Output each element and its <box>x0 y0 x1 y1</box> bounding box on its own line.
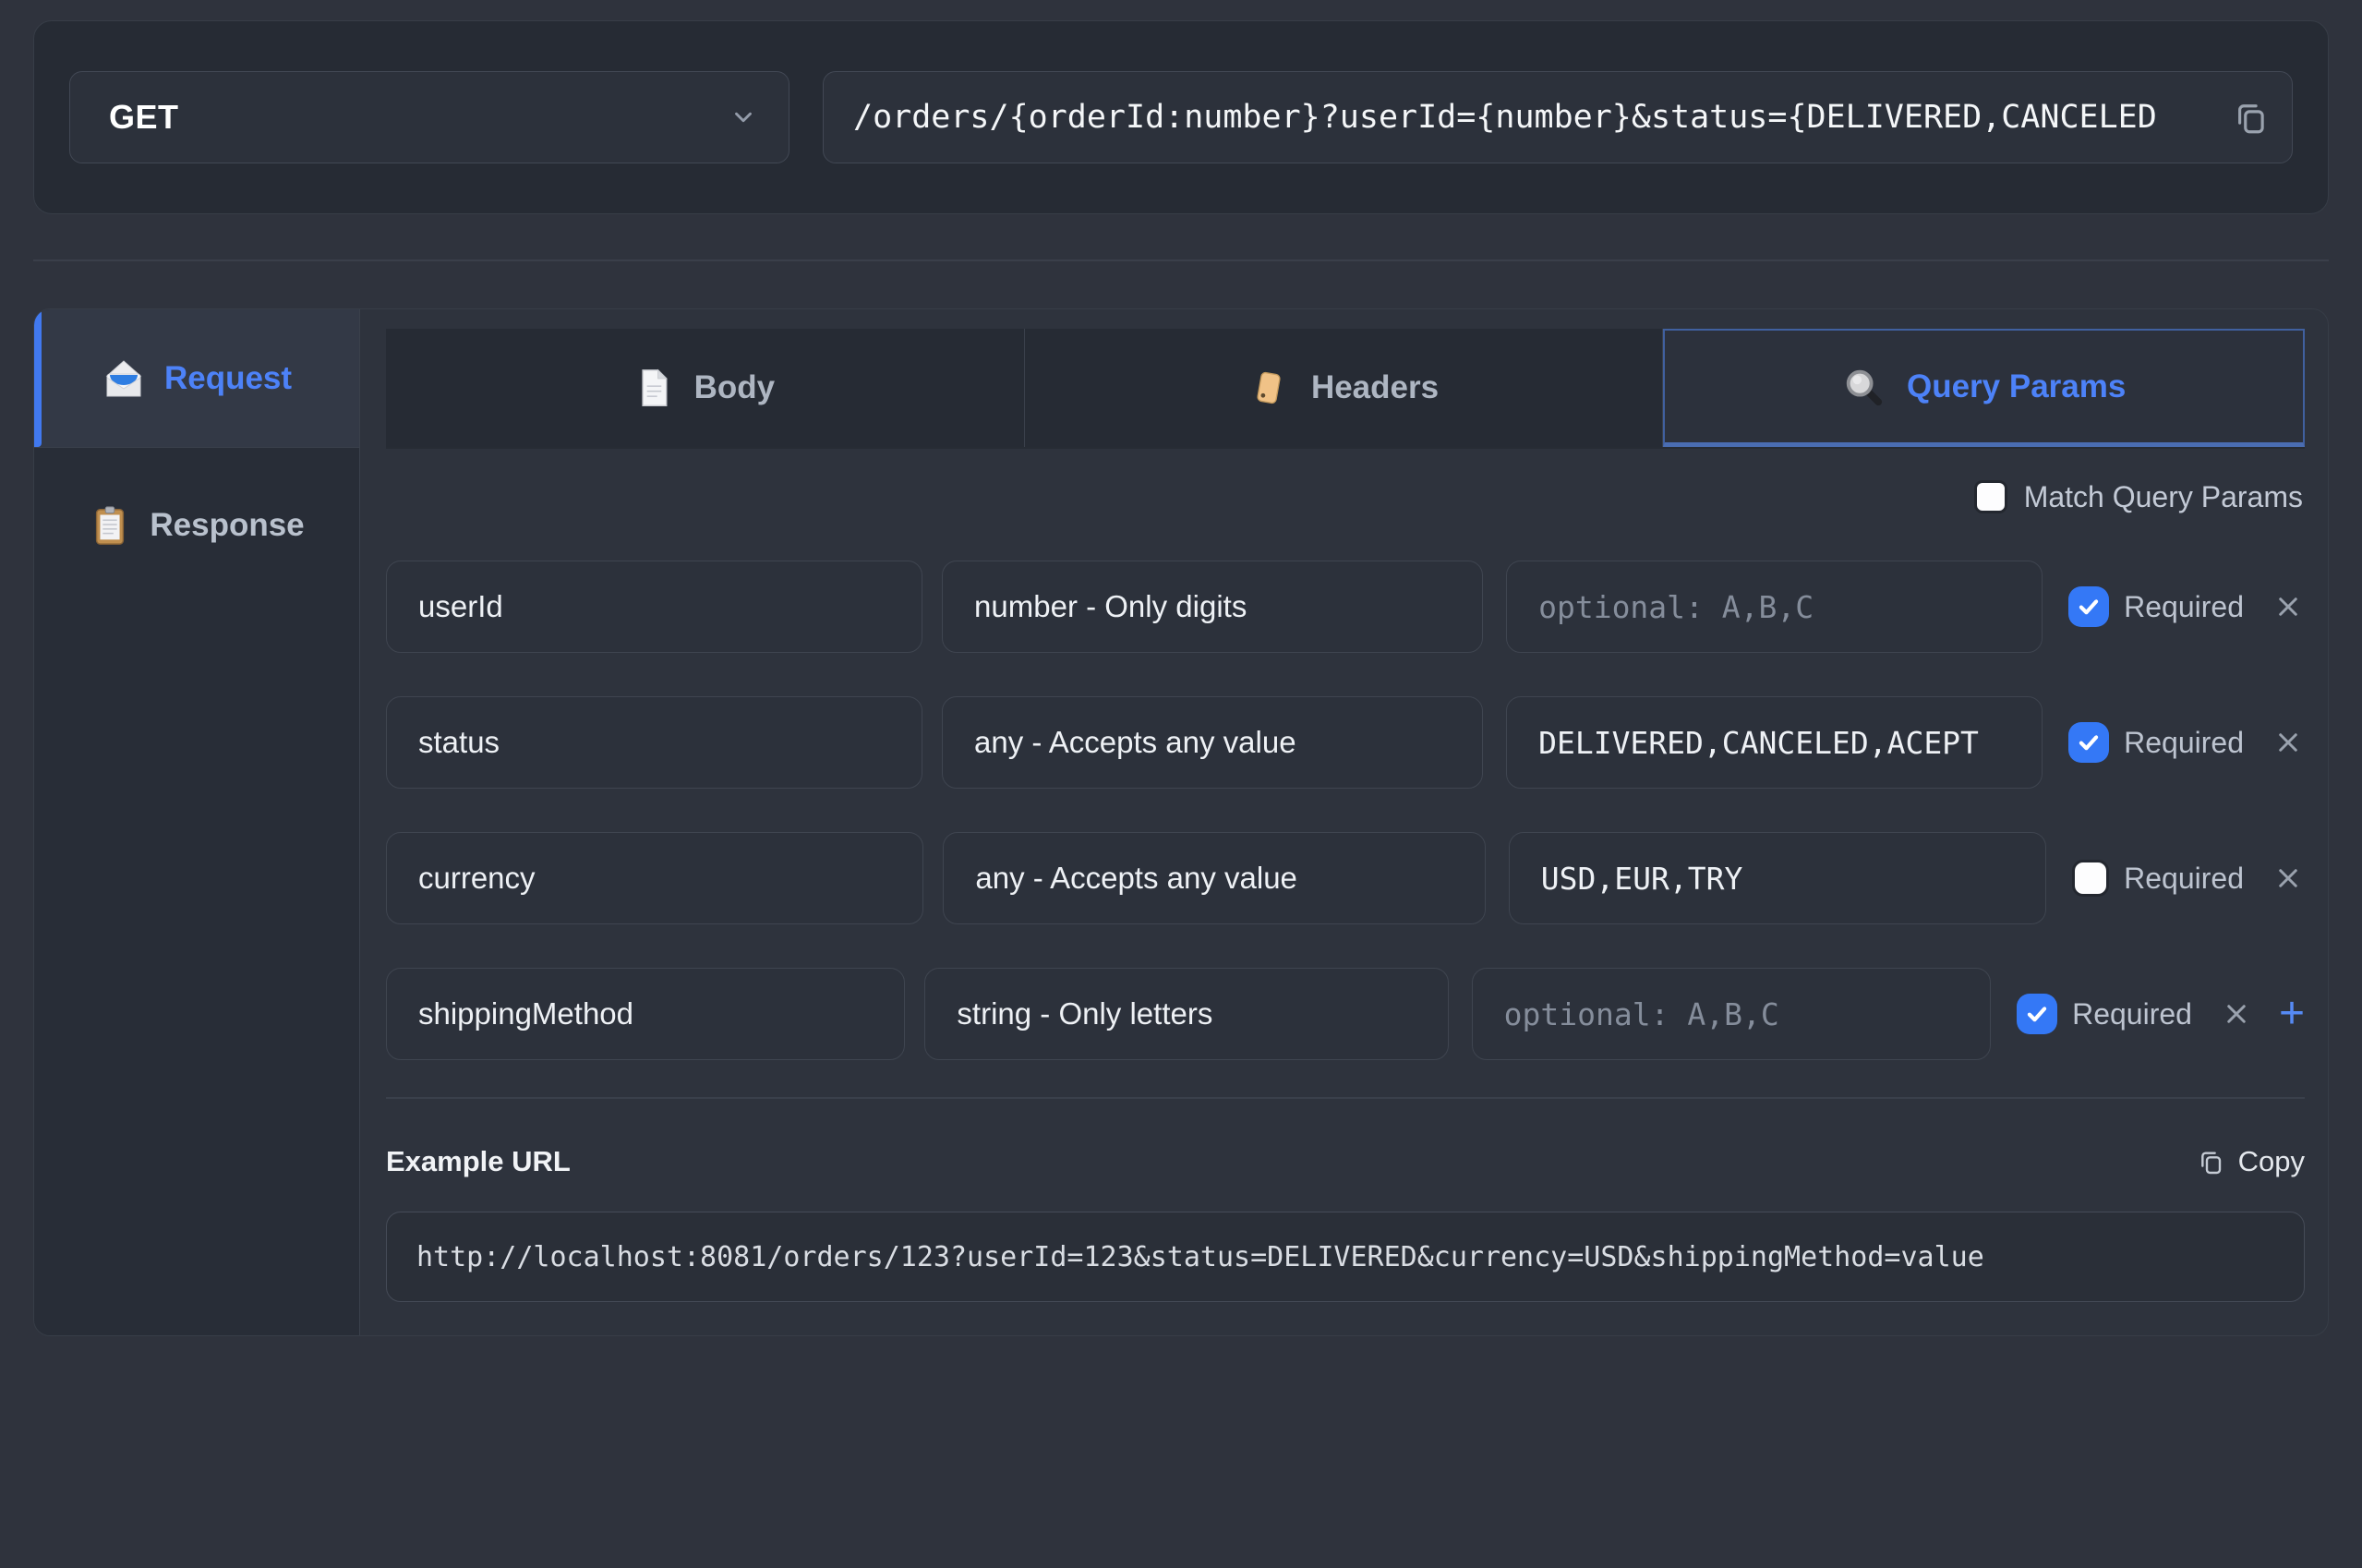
tab-body[interactable]: Body <box>386 329 1025 447</box>
method-select[interactable]: GET <box>69 71 789 163</box>
param-value-input[interactable]: DELIVERED,CANCELED,ACEPT <box>1506 696 2043 789</box>
required-checkbox[interactable] <box>2017 994 2057 1034</box>
required-group: Required + <box>2072 860 2305 897</box>
request-main-area: Body Headers <box>360 309 2328 1335</box>
param-type-select[interactable]: string - Only letters <box>924 968 1448 1060</box>
param-value-input[interactable]: USD,EUR,TRY <box>1509 832 2046 924</box>
copy-icon[interactable] <box>2231 98 2270 137</box>
param-type-select[interactable]: number - Only digits <box>942 561 1483 653</box>
envelope-icon <box>102 356 146 401</box>
tab-label: Body <box>694 369 776 406</box>
remove-param-icon[interactable] <box>2220 997 2253 1031</box>
required-checkbox[interactable] <box>2068 722 2109 763</box>
required-label: Required <box>2124 590 2244 624</box>
example-header: Example URL Copy <box>386 1145 2305 1178</box>
tag-icon <box>1248 368 1289 408</box>
tab-headers[interactable]: Headers <box>1025 329 1664 447</box>
chevron-down-icon <box>729 103 757 131</box>
example-divider <box>386 1097 2305 1099</box>
match-query-params-checkbox[interactable] <box>1974 480 2007 513</box>
sidebar-item-request[interactable]: Request <box>34 309 359 448</box>
tab-query-params[interactable]: Query Params <box>1663 329 2305 447</box>
remove-param-icon[interactable] <box>2272 590 2305 623</box>
tab-bar: Body Headers <box>386 329 2305 449</box>
url-input[interactable]: /orders/{orderId:number}?userId={number}… <box>823 71 2293 163</box>
sidebar-item-label: Response <box>150 507 304 544</box>
tab-label: Query Params <box>1907 368 2126 405</box>
request-editor-panel: Request Response <box>33 308 2329 1336</box>
param-name-input[interactable]: shippingMethod <box>386 968 905 1060</box>
example-url-value: http://localhost:8081/orders/123?userId=… <box>416 1241 1984 1273</box>
required-label: Required <box>2124 862 2244 896</box>
required-label: Required <box>2072 997 2192 1031</box>
required-checkbox[interactable] <box>2072 860 2109 897</box>
required-label: Required <box>2124 726 2244 760</box>
remove-param-icon[interactable] <box>2272 726 2305 759</box>
match-query-params-label: Match Query Params <box>2024 480 2303 514</box>
clipboard-icon <box>89 504 131 547</box>
param-type-select[interactable]: any - Accepts any value <box>942 696 1483 789</box>
sidebar-item-response[interactable]: Response <box>34 448 359 603</box>
tab-label: Headers <box>1311 369 1439 406</box>
required-checkbox[interactable] <box>2068 586 2109 627</box>
magnifying-glass-icon <box>1842 366 1885 408</box>
param-row: status any - Accepts any value DELIVERED… <box>386 696 2305 789</box>
method-label: GET <box>109 98 179 137</box>
copy-icon <box>2196 1147 2225 1176</box>
param-rows: userId number - Only digits optional: A,… <box>386 561 2305 1060</box>
copy-label: Copy <box>2238 1145 2305 1178</box>
url-value: /orders/{orderId:number}?userId={number}… <box>853 99 2214 136</box>
param-row: userId number - Only digits optional: A,… <box>386 561 2305 653</box>
param-value-input[interactable]: optional: A,B,C <box>1472 968 1991 1060</box>
match-query-params-row: Match Query Params <box>386 476 2303 517</box>
document-icon <box>635 368 672 408</box>
param-row: currency any - Accepts any value USD,EUR… <box>386 832 2305 924</box>
param-name-input[interactable]: currency <box>386 832 923 924</box>
param-row: shippingMethod string - Only letters opt… <box>386 968 2305 1060</box>
param-name-input[interactable]: status <box>386 696 922 789</box>
example-url-title: Example URL <box>386 1145 571 1178</box>
required-group: Required + <box>2068 722 2305 763</box>
example-url-box[interactable]: http://localhost:8081/orders/123?userId=… <box>386 1212 2305 1302</box>
top-divider <box>33 259 2329 261</box>
copy-url-button[interactable]: Copy <box>2196 1145 2305 1178</box>
sidebar: Request Response <box>34 309 360 1335</box>
sidebar-item-label: Request <box>164 360 292 397</box>
param-name-input[interactable]: userId <box>386 561 922 653</box>
required-group: Required + <box>2017 994 2305 1034</box>
remove-param-icon[interactable] <box>2272 862 2305 895</box>
add-param-button[interactable]: + <box>2279 994 2305 1034</box>
param-value-input[interactable]: optional: A,B,C <box>1506 561 2043 653</box>
param-type-select[interactable]: any - Accepts any value <box>943 832 1485 924</box>
request-url-bar: GET /orders/{orderId:number}?userId={num… <box>33 20 2329 214</box>
required-group: Required + <box>2068 586 2305 627</box>
